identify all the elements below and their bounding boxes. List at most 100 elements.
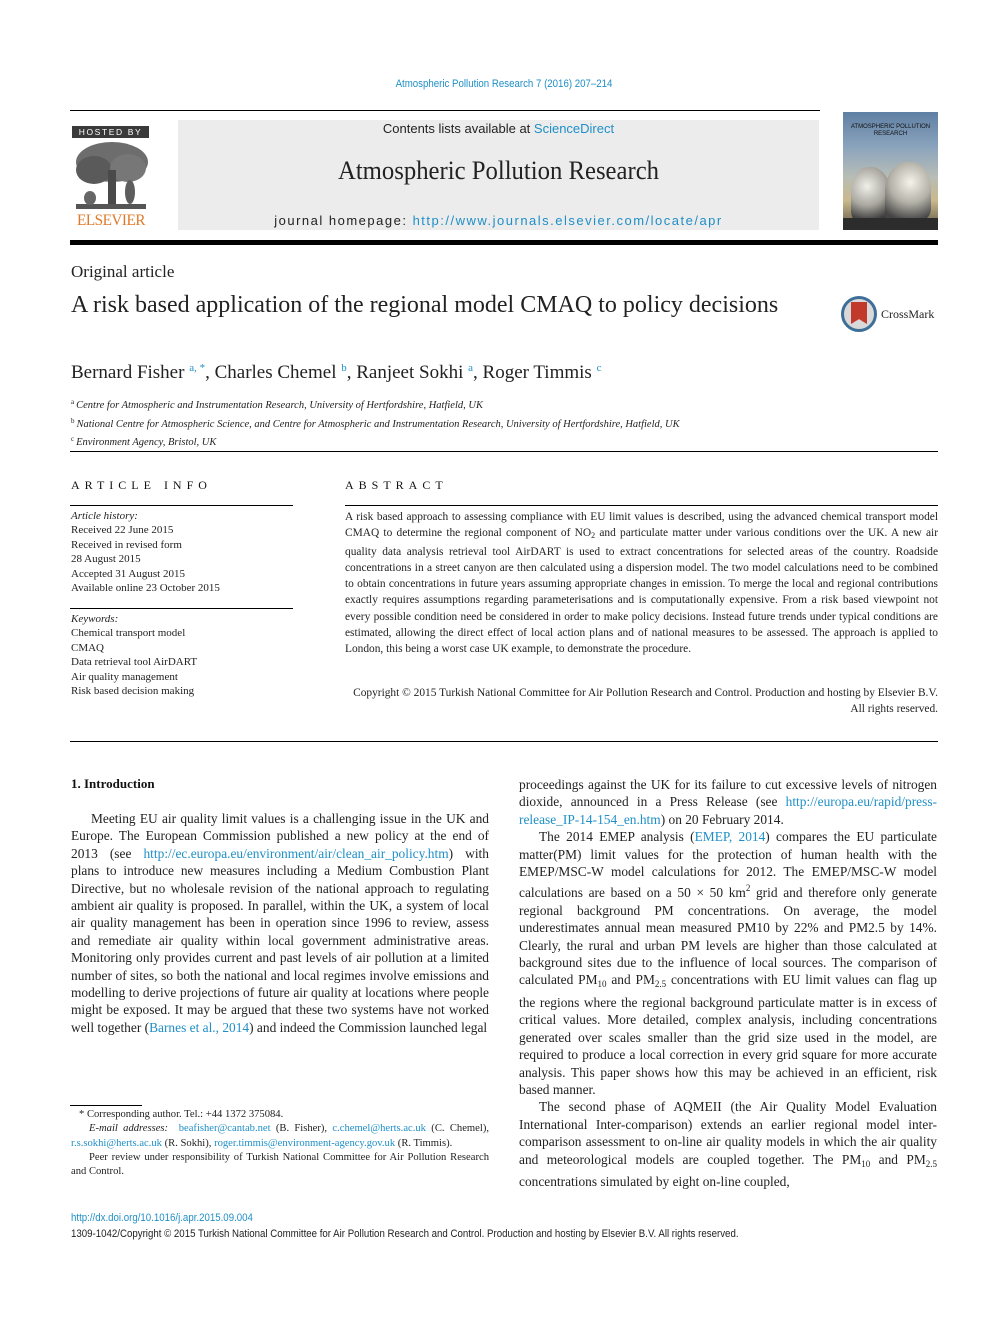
doi-link[interactable]: http://dx.doi.org/10.1016/j.apr.2015.09.…	[71, 1212, 253, 1224]
footnote-divider	[70, 1105, 142, 1106]
section-heading: 1. Introduction	[71, 776, 155, 791]
divider	[70, 451, 938, 452]
affiliation-text: Environment Agency, Bristol, UK	[76, 437, 217, 448]
author-affil-mark[interactable]: a	[468, 362, 473, 374]
body-column-left: Meeting EU air quality limit values is a…	[71, 810, 489, 1036]
keyword: Air quality management	[71, 670, 178, 683]
subscript: 2.5	[654, 979, 667, 990]
hosted-by-label: HOSTED BY	[72, 126, 149, 138]
text: and PM	[870, 1151, 926, 1167]
email-note: E-mail addresses: beafisher@cantab.net (…	[71, 1122, 489, 1151]
keyword: CMAQ	[71, 641, 105, 654]
divider	[70, 505, 293, 506]
abstract-heading: ABSTRACT	[345, 478, 448, 492]
reference-link[interactable]: Barnes et al., 2014	[149, 1020, 249, 1035]
text: ) with plans to introduce new measures i…	[71, 845, 489, 1035]
author-affil-mark[interactable]: c	[597, 362, 602, 374]
author-name[interactable]: Bernard Fisher	[71, 362, 184, 383]
cover-footer	[843, 218, 938, 230]
homepage-link[interactable]: http://www.journals.elsevier.com/locate/…	[413, 213, 723, 228]
cover-smoke-right	[885, 162, 931, 220]
journal-citation[interactable]: Atmospheric Pollution Research 7 (2016) …	[60, 78, 947, 90]
history-label: Article history:	[71, 510, 138, 522]
divider	[70, 741, 938, 742]
cover-title-line1: ATMOSPHERIC POLLUTION	[850, 124, 931, 130]
author-name[interactable]: Ranjeet Sokhi	[356, 362, 463, 383]
subscript: 10	[861, 1158, 871, 1169]
subscript: 2.5	[925, 1158, 937, 1169]
issn-copyright: 1309-1042/Copyright © 2015 Turkish Natio…	[71, 1228, 739, 1240]
footnotes: * Corresponding author. Tel.: +44 1372 3…	[71, 1108, 489, 1179]
keyword: Data retrieval tool AirDART	[71, 656, 198, 669]
homepage-line: journal homepage: http://www.journals.el…	[178, 213, 819, 228]
cover-title: ATMOSPHERIC POLLUTION RESEARCH	[843, 124, 938, 138]
keyword: Risk based decision making	[71, 685, 195, 698]
text: and PM	[606, 972, 655, 988]
elsevier-tree-logo-icon	[76, 142, 148, 209]
sciencedirect-link[interactable]: ScienceDirect	[534, 121, 614, 136]
email-link[interactable]: roger.timmis@environment-agency.gov.uk	[214, 1138, 395, 1149]
author-affil-mark[interactable]: b	[341, 362, 347, 374]
email-owner: (B. Fisher),	[270, 1123, 333, 1135]
text: ) and indeed the Commission launched leg…	[249, 1019, 488, 1035]
peer-review-note: Peer review under responsibility of Turk…	[71, 1151, 489, 1178]
abstract-text: A risk based approach to assessing compl…	[345, 509, 938, 657]
keyword: Chemical transport model	[71, 627, 186, 640]
email-label: E-mail addresses:	[89, 1123, 169, 1135]
journal-cover-image[interactable]: ATMOSPHERIC POLLUTION RESEARCH	[843, 112, 938, 230]
affiliation-text: National Centre for Atmospheric Science,…	[76, 418, 680, 430]
abstract-part: and particulate matter under various con…	[345, 527, 938, 655]
history-item: Available online 23 October 2015	[71, 582, 220, 595]
keywords-label: Keywords:	[71, 613, 119, 625]
contents-line: Contents lists available at ScienceDirec…	[178, 121, 819, 136]
reference-link[interactable]: EMEP, 2014	[695, 829, 766, 844]
author-list: Bernard Fisher a, *, Charles Chemel b, R…	[71, 362, 602, 383]
paragraph: The 2014 EMEP analysis (EMEP, 2014) comp…	[519, 828, 937, 1098]
corresponding-author-note: * Corresponding author. Tel.: +44 1372 3…	[79, 1109, 284, 1120]
contents-prefix: Contents lists available at	[382, 121, 534, 136]
paragraph: proceedings against the UK for its failu…	[519, 776, 937, 828]
article-info-heading: ARTICLE INFO	[71, 478, 212, 492]
divider	[70, 608, 293, 609]
affiliation: b National Centre for Atmospheric Science…	[71, 414, 680, 433]
email-owner: (R. Sokhi),	[161, 1137, 215, 1149]
policy-link[interactable]: http://ec.europa.eu/environment/air/clea…	[143, 846, 448, 861]
header-divider	[70, 240, 938, 245]
homepage-prefix: journal homepage:	[274, 213, 413, 228]
author-name[interactable]: Charles Chemel	[215, 362, 337, 383]
affiliation-mark: b	[71, 416, 75, 425]
history-item: Received in revised form	[71, 538, 182, 551]
keywords: Keywords: Chemical transport model CMAQ …	[71, 612, 197, 698]
history-item: 28 August 2015	[71, 553, 141, 566]
paragraph: The second phase of AQMEII (the Air Qual…	[519, 1098, 937, 1190]
paragraph: Meeting EU air quality limit values is a…	[71, 810, 489, 1036]
body-column-right: proceedings against the UK for its failu…	[519, 776, 937, 1190]
email-link[interactable]: beafisher@cantab.net	[179, 1123, 271, 1134]
history-item: Received 22 June 2015	[71, 524, 174, 537]
crossmark-label: CrossMark	[881, 307, 935, 321]
affiliation: c Environment Agency, Bristol, UK	[71, 432, 680, 451]
history-item: Accepted 31 August 2015	[71, 567, 185, 580]
elsevier-logo: ELSEVIER	[77, 212, 145, 229]
text: The 2014 EMEP analysis (	[539, 829, 695, 845]
cover-title-line2: RESEARCH	[873, 131, 908, 137]
author-name[interactable]: Roger Timmis	[483, 362, 592, 383]
divider	[345, 505, 938, 506]
text: ) on 20 February 2014.	[660, 811, 784, 827]
affiliation: a Centre for Atmospheric and Instrumentat…	[71, 395, 680, 414]
affiliation-text: Centre for Atmospheric and Instrumentati…	[76, 400, 483, 411]
text: concentrations with EU limit values can …	[519, 972, 937, 1097]
email-link[interactable]: r.s.sokhi@herts.ac.uk	[71, 1138, 162, 1149]
text: concentrations simulated by eight on-lin…	[519, 1173, 790, 1189]
affiliation-mark: a	[71, 398, 75, 406]
email-link[interactable]: c.chemel@herts.ac.uk	[332, 1123, 426, 1134]
author-affil-mark[interactable]: a, *	[189, 362, 205, 374]
abstract-copyright: Copyright © 2015 Turkish National Commit…	[353, 687, 938, 716]
email-owner: (R. Timmis).	[395, 1137, 453, 1149]
divider	[70, 110, 820, 111]
affiliation-mark: c	[71, 435, 75, 443]
article-type: Original article	[71, 262, 175, 281]
journal-title: Atmospheric Pollution Research	[337, 156, 660, 185]
affiliations: a Centre for Atmospheric and Instrumentat…	[71, 395, 680, 451]
crossmark-button[interactable]: CrossMark	[841, 296, 941, 332]
